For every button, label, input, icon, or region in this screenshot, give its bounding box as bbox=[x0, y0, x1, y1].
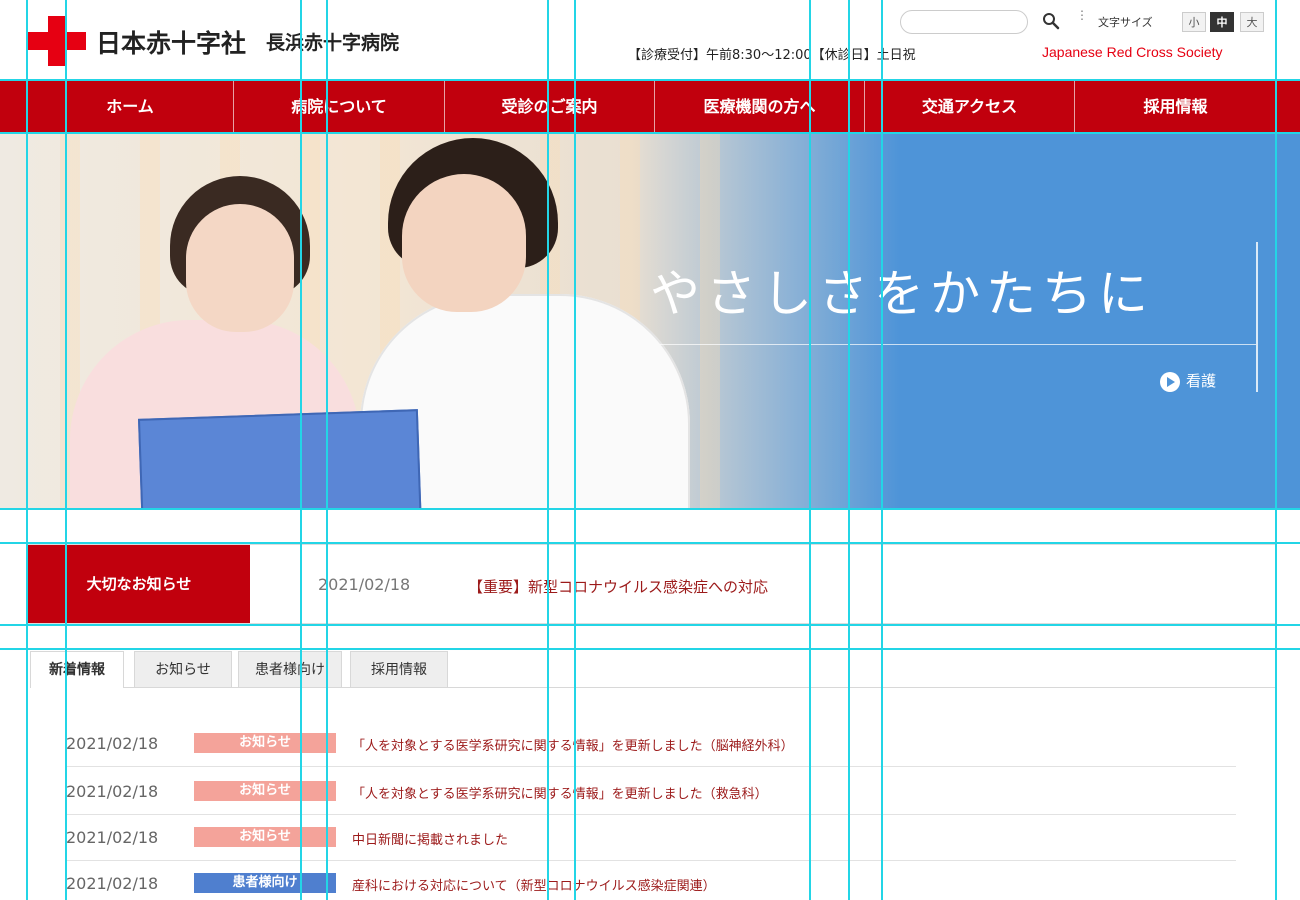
site-header: 日本赤十字社 長浜赤十字病院 ⋮ 文字サイズ 小 中 大 【診療受付】午前8:3… bbox=[0, 0, 1300, 80]
brand-english-name: Japanese Red Cross Society bbox=[1042, 44, 1223, 60]
news-date: 2021/02/18 bbox=[66, 782, 159, 801]
notice-label: 大切なお知らせ bbox=[28, 545, 250, 623]
news-category-badge: 患者様向け bbox=[194, 873, 336, 893]
font-size-large-button[interactable]: 大 bbox=[1240, 12, 1264, 32]
consultation-hours: 【診療受付】午前8:30〜12:00【休診日】土日祝 bbox=[628, 48, 916, 63]
news-item[interactable]: 2021/02/18 患者様向け 産科における対応について（新型コロナウイルス感… bbox=[66, 860, 1236, 900]
news-category-badge: お知らせ bbox=[194, 781, 336, 801]
tabs-baseline bbox=[30, 687, 1276, 688]
font-size-small-button[interactable]: 小 bbox=[1182, 12, 1206, 32]
org-name[interactable]: 日本赤十字社 bbox=[96, 24, 246, 60]
nurse-illustration-1-face bbox=[186, 204, 294, 332]
news-item[interactable]: 2021/02/18 お知らせ 中日新聞に掲載されました bbox=[66, 814, 1236, 861]
hero-catch-copy: やさしさをかたちに bbox=[650, 265, 1154, 323]
nav-item-home[interactable]: ホーム bbox=[26, 80, 234, 134]
nav-item-access[interactable]: 交通アクセス bbox=[865, 80, 1075, 134]
notice-date: 2021/02/18 bbox=[318, 575, 411, 594]
news-title-link[interactable]: 中日新聞に掲載されました bbox=[352, 829, 508, 848]
nurse-illustration-2-face bbox=[402, 174, 526, 312]
tab-notices[interactable]: お知らせ bbox=[134, 651, 232, 687]
search-icon[interactable] bbox=[1040, 10, 1062, 32]
arrow-circle-icon bbox=[1160, 371, 1180, 392]
global-nav: ホーム 病院について 受診のご案内 医療機関の方へ 交通アクセス 採用情報 bbox=[0, 80, 1300, 134]
font-size-label: 文字サイズ bbox=[1098, 16, 1153, 29]
news-item[interactable]: 2021/02/18 お知らせ 「人を対象とする医学系研究に関する情報」を更新し… bbox=[66, 768, 1236, 815]
tab-recruit[interactable]: 採用情報 bbox=[350, 651, 448, 687]
news-date: 2021/02/18 bbox=[66, 734, 159, 753]
news-category-badge: お知らせ bbox=[194, 827, 336, 847]
hero-nursing-link[interactable]: 看護 bbox=[1160, 370, 1216, 392]
font-size-medium-button[interactable]: 中 bbox=[1210, 12, 1234, 32]
hero-divider bbox=[660, 344, 1256, 345]
news-title-link[interactable]: 「人を対象とする医学系研究に関する情報」を更新しました（救急科） bbox=[352, 783, 768, 802]
search-input[interactable] bbox=[900, 10, 1028, 34]
news-date: 2021/02/18 bbox=[66, 874, 159, 893]
notice-title-link[interactable]: 【重要】新型コロナウイルス感染症への対応 bbox=[468, 576, 768, 597]
clipboard-illustration bbox=[137, 409, 423, 510]
news-title-link[interactable]: 「人を対象とする医学系研究に関する情報」を更新しました（脳神経外科） bbox=[352, 735, 794, 754]
tab-patients[interactable]: 患者様向け bbox=[238, 651, 342, 687]
hero-vertical-rule bbox=[1256, 242, 1258, 392]
news-item[interactable]: 2021/02/18 お知らせ 「人を対象とする医学系研究に関する情報」を更新し… bbox=[66, 720, 1236, 767]
divider-dots-icon: ⋮ bbox=[1076, 8, 1088, 22]
news-title-link[interactable]: 産科における対応について（新型コロナウイルス感染症関連） bbox=[352, 875, 716, 894]
nav-item-medical-institutions[interactable]: 医療機関の方へ bbox=[655, 80, 865, 134]
hero-banner[interactable]: やさしさをかたちに 看護 bbox=[0, 134, 1300, 510]
hero-link-label: 看護 bbox=[1186, 372, 1217, 390]
important-notice: 大切なお知らせ 2021/02/18 【重要】新型コロナウイルス感染症への対応 bbox=[27, 544, 1276, 624]
red-cross-logo-icon[interactable] bbox=[28, 16, 86, 66]
nav-item-about[interactable]: 病院について bbox=[234, 80, 445, 134]
nav-item-recruit[interactable]: 採用情報 bbox=[1075, 80, 1277, 134]
guide-line bbox=[0, 624, 1300, 626]
tab-latest[interactable]: 新着情報 bbox=[30, 651, 124, 688]
news-date: 2021/02/18 bbox=[66, 828, 159, 847]
nav-item-consultation[interactable]: 受診のご案内 bbox=[445, 80, 655, 134]
news-category-badge: お知らせ bbox=[194, 733, 336, 753]
hospital-name[interactable]: 長浜赤十字病院 bbox=[266, 28, 399, 55]
guide-line bbox=[0, 648, 1300, 650]
